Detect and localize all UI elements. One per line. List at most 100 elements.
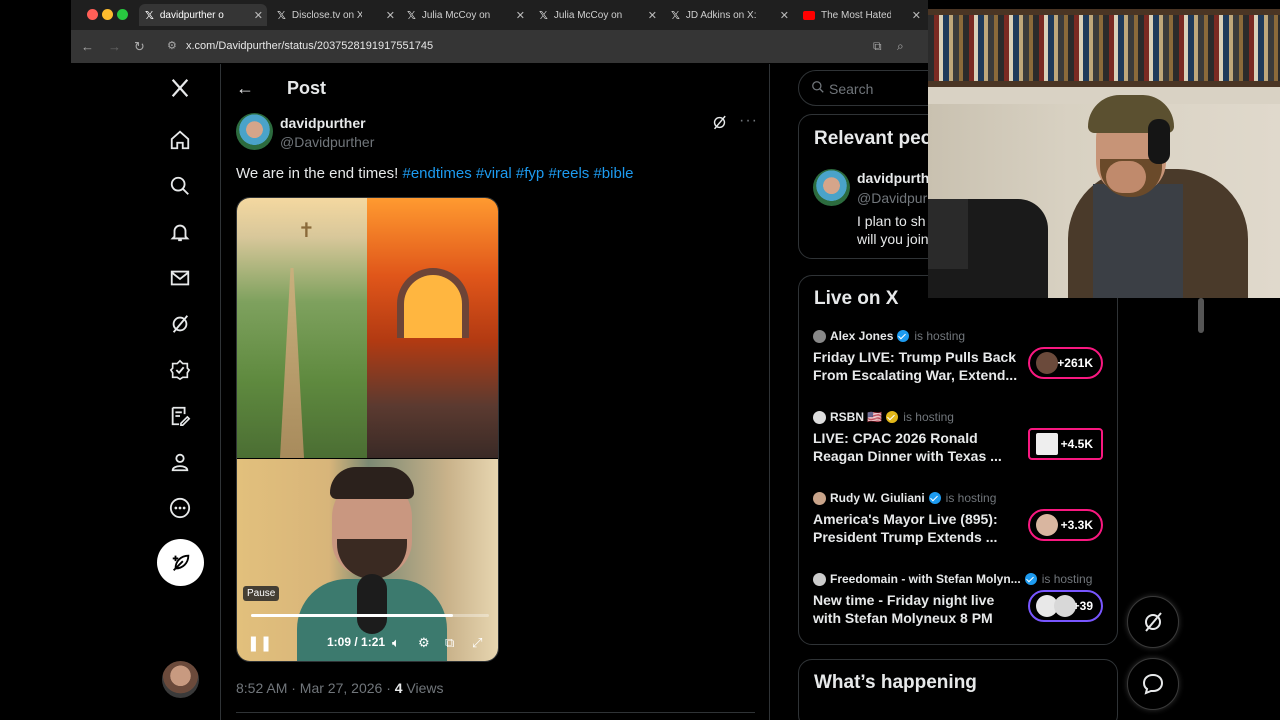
pause-icon[interactable]: ❚❚	[247, 634, 272, 652]
headphones-icon	[1148, 119, 1170, 164]
tab-jd-adkins[interactable]: 𝕏 JD Adkins on X: " ✕	[665, 4, 793, 26]
relevant-person-bio-line1: I plan to sh	[857, 213, 926, 229]
post-body: We are in the end times!	[236, 165, 399, 182]
nav-profile[interactable]	[168, 450, 192, 474]
live-on-x-title: Live on X	[814, 288, 899, 309]
home-icon	[170, 130, 190, 150]
grok-explain-button[interactable]	[711, 114, 728, 136]
host-avatar	[813, 491, 826, 505]
author-avatar[interactable]	[236, 113, 273, 150]
maximize-window-button[interactable]	[117, 9, 128, 20]
nav-premium[interactable]	[168, 358, 192, 382]
relevant-person-handle[interactable]: @Davidpur	[857, 190, 927, 206]
video-progress-bar[interactable]	[251, 614, 489, 617]
tab-julia-mccoy-1[interactable]: 𝕏 Julia McCoy on X: ✕	[401, 4, 529, 26]
x-logo-icon: 𝕏	[671, 9, 680, 22]
messages-floating-button[interactable]	[1127, 658, 1179, 710]
host-avatar	[813, 572, 826, 586]
close-tab-icon[interactable]: ✕	[780, 9, 789, 22]
minimize-window-button[interactable]	[102, 9, 113, 20]
back-icon[interactable]: ←	[81, 39, 94, 54]
tab-julia-mccoy-2[interactable]: 𝕏 Julia McCoy on X: ✕	[533, 4, 661, 26]
nav-home[interactable]	[168, 128, 192, 152]
hashtag-link[interactable]: #fyp	[516, 165, 544, 182]
microphone-icon	[357, 574, 387, 634]
picture-in-picture-icon[interactable]: ⧉	[445, 635, 454, 651]
nav-explore[interactable]	[168, 174, 192, 198]
hashtag-link[interactable]: #reels	[548, 165, 589, 182]
nav-more[interactable]	[168, 496, 192, 520]
zoom-icon[interactable]: ⌕	[897, 39, 904, 54]
close-tab-icon[interactable]: ✕	[516, 9, 525, 22]
hashtag-link[interactable]: #viral	[476, 165, 512, 182]
x-logo-icon: 𝕏	[539, 9, 548, 22]
grok-floating-button[interactable]	[1127, 596, 1179, 648]
listeners-pill[interactable]: +4.5K	[1028, 428, 1103, 460]
reload-icon[interactable]: ↻	[134, 39, 145, 55]
close-window-button[interactable]	[87, 9, 98, 20]
forward-icon[interactable]: →	[108, 39, 121, 54]
site-settings-icon[interactable]: ⚙	[167, 39, 177, 52]
nav-grok[interactable]	[168, 312, 192, 336]
listener-avatar	[1036, 433, 1058, 455]
video-progress-fill	[251, 614, 454, 617]
verified-gold-badge-icon	[886, 411, 899, 423]
settings-icon[interactable]: ⚙	[418, 635, 430, 651]
x-logo-link[interactable]	[168, 76, 192, 100]
x-logo-icon: 𝕏	[277, 9, 286, 22]
webcam-overlay	[928, 9, 1280, 298]
compose-post-button[interactable]	[157, 539, 204, 586]
search-icon	[812, 81, 824, 93]
host-name: Freedomain - with Stefan Molyn...	[830, 572, 1021, 586]
back-arrow-icon[interactable]: ←	[236, 78, 254, 99]
fullscreen-icon[interactable]: ⤢	[472, 635, 482, 651]
tab-disclose[interactable]: 𝕏 Disclose.tv on X: " ✕	[271, 4, 399, 26]
listeners-pill[interactable]: +3.3K	[1028, 509, 1103, 541]
nav-messages[interactable]	[168, 266, 192, 290]
sidebar-scrollbar[interactable]	[1198, 298, 1204, 333]
sidebar-nav	[150, 64, 221, 720]
author-handle[interactable]: @Davidpurther	[280, 134, 374, 150]
cross-icon: ✝	[298, 220, 315, 242]
hosting-label: is hosting	[1041, 572, 1093, 586]
post-timestamp[interactable]: 8:52 AM · Mar 27, 2026 ·	[236, 680, 395, 696]
grok-icon	[1145, 612, 1162, 632]
listeners-pill[interactable]: +39	[1028, 590, 1103, 622]
hashtag-link[interactable]: #endtimes	[402, 165, 471, 182]
cast-icon[interactable]: ⧉	[873, 39, 882, 54]
close-tab-icon[interactable]: ✕	[254, 9, 263, 22]
search-placeholder: Search	[829, 81, 874, 97]
host-avatar	[813, 410, 826, 424]
tab-youtube[interactable]: The Most Hated A ✕	[797, 4, 925, 26]
address-bar[interactable]: x.com/Davidpurther/status/20375281919175…	[186, 40, 433, 52]
grok-icon	[172, 315, 189, 333]
author-name[interactable]: davidpurther	[280, 115, 366, 131]
tab-bar: 𝕏 davidpurther o ✕ 𝕏 Disclose.tv on X: "…	[71, 0, 928, 30]
relevant-person-avatar[interactable]	[813, 169, 850, 206]
hosting-label: is hosting	[945, 491, 997, 505]
volume-icon[interactable]: 🔈︎	[392, 635, 400, 651]
compose-list-icon	[171, 406, 191, 426]
relevant-person-name[interactable]: davidpurth	[857, 170, 929, 186]
hosting-label: is hosting	[903, 410, 954, 424]
close-tab-icon[interactable]: ✕	[648, 9, 657, 22]
video-player[interactable]: ✝ Pause ❚❚ 1:09 / 1:21 🔈︎ ⚙ ⧉ ⤢	[236, 197, 499, 662]
verified-badge-icon	[928, 492, 941, 504]
tab-davidpurther[interactable]: 𝕏 davidpurther o ✕	[139, 4, 267, 26]
listeners-count: +261K	[1057, 356, 1093, 370]
listeners-pill[interactable]: +261K	[1028, 347, 1103, 379]
more-options-icon[interactable]: ···	[739, 112, 758, 130]
close-tab-icon[interactable]: ✕	[386, 9, 395, 22]
divider	[236, 712, 755, 713]
live-space-title: LIVE: CPAC 2026 Ronald Reagan Dinner wit…	[813, 430, 1002, 464]
host-name: RSBN 🇺🇸	[830, 410, 883, 424]
nav-notifications[interactable]	[168, 220, 192, 244]
post-text: We are in the end times! #endtimes #vira…	[236, 165, 634, 182]
nav-lists[interactable]	[168, 404, 192, 428]
views-label: Views	[402, 680, 444, 696]
close-tab-icon[interactable]: ✕	[912, 9, 921, 22]
whats-happening-card: What’s happening	[798, 659, 1118, 720]
account-avatar[interactable]	[162, 661, 199, 698]
hashtag-link[interactable]: #bible	[593, 165, 633, 182]
views-count: 4	[394, 680, 403, 696]
